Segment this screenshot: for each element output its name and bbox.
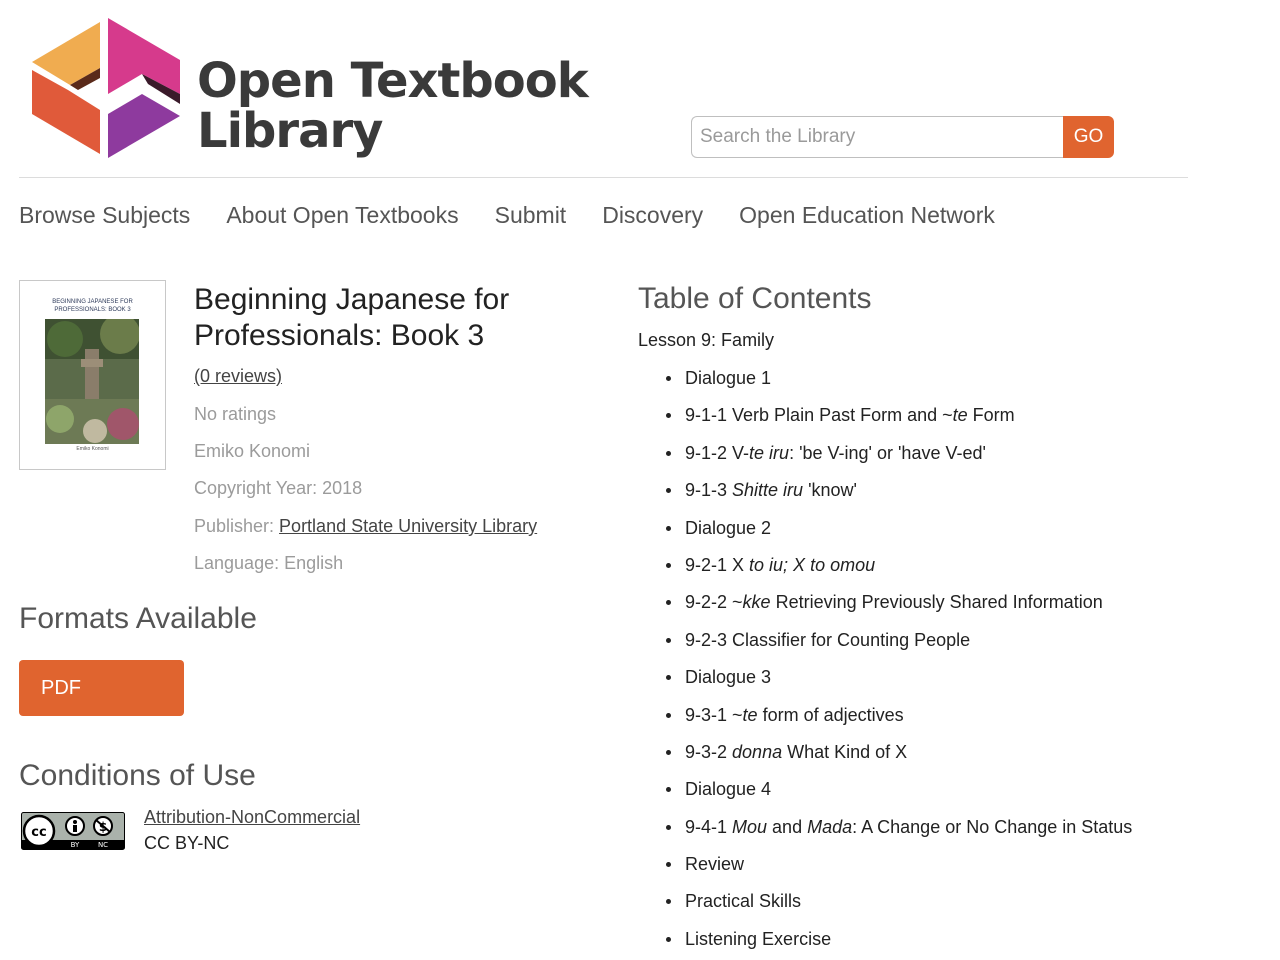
toc-item: Listening Exercise xyxy=(663,928,1132,960)
site-name[interactable]: Open Textbook Library xyxy=(197,53,589,159)
toc-item: 9-2-2 ~kke Retrieving Previously Shared … xyxy=(663,591,1132,628)
toc-heading: Table of Contents xyxy=(638,282,872,315)
main-nav: Browse Subjects About Open Textbooks Sub… xyxy=(19,202,1031,229)
nav-discovery[interactable]: Discovery xyxy=(602,202,703,229)
toc-item-text: 9-2-3 Classifier for Counting People xyxy=(685,629,971,650)
author-text: Emiko Konomi xyxy=(194,441,311,461)
publisher-row: Publisher: Portland State University Lib… xyxy=(194,516,537,537)
toc-item-text: Mada xyxy=(807,816,853,837)
nav-open-education-network[interactable]: Open Education Network xyxy=(739,202,995,229)
toc-item: 9-2-3 Classifier for Counting People xyxy=(663,629,1132,666)
toc-item-text: 9-1-3 xyxy=(685,480,733,501)
toc-item: Dialogue 4 xyxy=(663,778,1132,815)
conditions-heading: Conditions of Use xyxy=(19,759,256,792)
search-input[interactable] xyxy=(691,116,1063,158)
toc-lesson-title: Lesson 9: Family xyxy=(638,330,775,350)
toc-list: Dialogue 1 9-1-1 Verb Plain Past Form and… xyxy=(663,367,1132,960)
toc-item-text: and xyxy=(767,816,808,837)
site-name-line2: Library xyxy=(197,103,383,159)
toc-item-text: form of adjectives xyxy=(757,704,904,725)
formats-heading: Formats Available xyxy=(19,602,257,635)
toc-item-text: 9-1-1 Verb Plain Past Form and ~ xyxy=(685,405,953,426)
toc-item-text: Dialogue 2 xyxy=(685,517,772,538)
toc-item: Dialogue 3 xyxy=(663,666,1132,703)
pdf-download-button[interactable]: PDF xyxy=(19,660,184,716)
toc-item: 9-4-1 Mou and Mada: A Change or No Chang… xyxy=(663,816,1132,853)
toc-item: 9-2-1 X to iu; X to omou xyxy=(663,554,1132,591)
cover-title: BEGINNING JAPANESE FOR PROFESSIONALS: BO… xyxy=(52,299,133,313)
toc-item-text: Listening Exercise xyxy=(685,928,832,949)
toc-item-text: 9-2-1 X xyxy=(685,554,750,575)
toc-item-text: 9-3-2 xyxy=(685,741,733,762)
toc-item: 9-1-2 V-te iru: 'be V-ing' or 'have V-ed… xyxy=(663,442,1132,479)
cover-photo-image xyxy=(45,319,139,444)
search-go-button[interactable]: GO xyxy=(1063,116,1114,158)
toc-item-text: Dialogue 3 xyxy=(685,667,772,688)
publisher-link[interactable]: Portland State University Library xyxy=(279,516,537,536)
license-code: CC BY-NC xyxy=(144,833,230,853)
toc-item-text: 9-2-2 ~ xyxy=(685,592,743,613)
toc-item: Dialogue 2 xyxy=(663,517,1132,554)
site-name-line1: Open Textbook xyxy=(197,53,589,109)
language-text: Language: English xyxy=(194,553,344,573)
header-divider xyxy=(19,177,1188,178)
badge-nc-text: NC xyxy=(98,841,108,849)
toc-item-text: te xyxy=(742,704,758,725)
toc-item-text: Dialogue 4 xyxy=(685,779,772,800)
toc-item: Practical Skills xyxy=(663,890,1132,927)
search-bar: GO xyxy=(691,116,1114,158)
toc-item-text: Review xyxy=(685,854,745,875)
otl-logo-icon[interactable] xyxy=(28,18,183,158)
toc-item-text: Dialogue 1 xyxy=(685,368,772,388)
toc-item-text: : A Change or No Change in Status xyxy=(852,816,1133,837)
toc-item-text: What Kind of X xyxy=(782,741,908,762)
toc-item-text: te xyxy=(952,405,968,426)
book-cover[interactable]: BEGINNING JAPANESE FOR PROFESSIONALS: BO… xyxy=(19,280,166,470)
badge-by-text: BY xyxy=(71,841,80,849)
toc-item-text: 9-3-1 ~ xyxy=(685,704,743,725)
toc-item: Review xyxy=(663,853,1132,890)
toc-item-text: te iru xyxy=(749,442,790,463)
toc-item: 9-1-1 Verb Plain Past Form and ~te Form xyxy=(663,404,1132,441)
toc-item-text: to iu; X to omou xyxy=(749,554,876,575)
toc-item-text: Form xyxy=(967,405,1015,426)
nav-submit[interactable]: Submit xyxy=(495,202,567,229)
toc-item-text: kke xyxy=(742,592,771,613)
toc-item-text: donna xyxy=(732,741,783,762)
nav-browse-subjects[interactable]: Browse Subjects xyxy=(19,202,190,229)
toc-item-text: 'know' xyxy=(803,480,857,501)
reviews-link[interactable]: (0 reviews) xyxy=(194,366,282,387)
cc-license-badge-icon[interactable]: cc $ BY NC xyxy=(21,812,125,850)
book-title: Beginning Japanese for Professionals: Bo… xyxy=(194,283,510,352)
toc-item: Dialogue 1 xyxy=(663,367,1132,404)
toc-item: 9-3-1 ~te form of adjectives xyxy=(663,704,1132,741)
toc-item-text: Mou xyxy=(732,816,768,837)
toc-item: 9-3-2 donna What Kind of X xyxy=(663,741,1132,778)
copyright-text: Copyright Year: 2018 xyxy=(194,478,363,498)
license-name-link[interactable]: Attribution-NonCommercial xyxy=(144,807,360,828)
svg-text:cc: cc xyxy=(31,825,46,840)
toc-item-text: : 'be V-ing' or 'have V-ed' xyxy=(789,442,986,463)
toc-item-text: 9-4-1 xyxy=(685,816,733,837)
ratings-text: No ratings xyxy=(194,404,277,424)
toc-item-text: Shitte iru xyxy=(732,480,804,501)
cover-author: Emiko Konomi xyxy=(76,446,109,452)
toc-item-text: Retrieving Previously Shared Information xyxy=(770,592,1103,613)
toc-item-text: Practical Skills xyxy=(685,891,802,912)
toc-item-text: 9-1-2 V- xyxy=(685,442,750,463)
nav-about-open-textbooks[interactable]: About Open Textbooks xyxy=(226,202,458,229)
publisher-label: Publisher: xyxy=(194,516,280,536)
toc-item: 9-1-3 Shitte iru 'know' xyxy=(663,479,1132,516)
